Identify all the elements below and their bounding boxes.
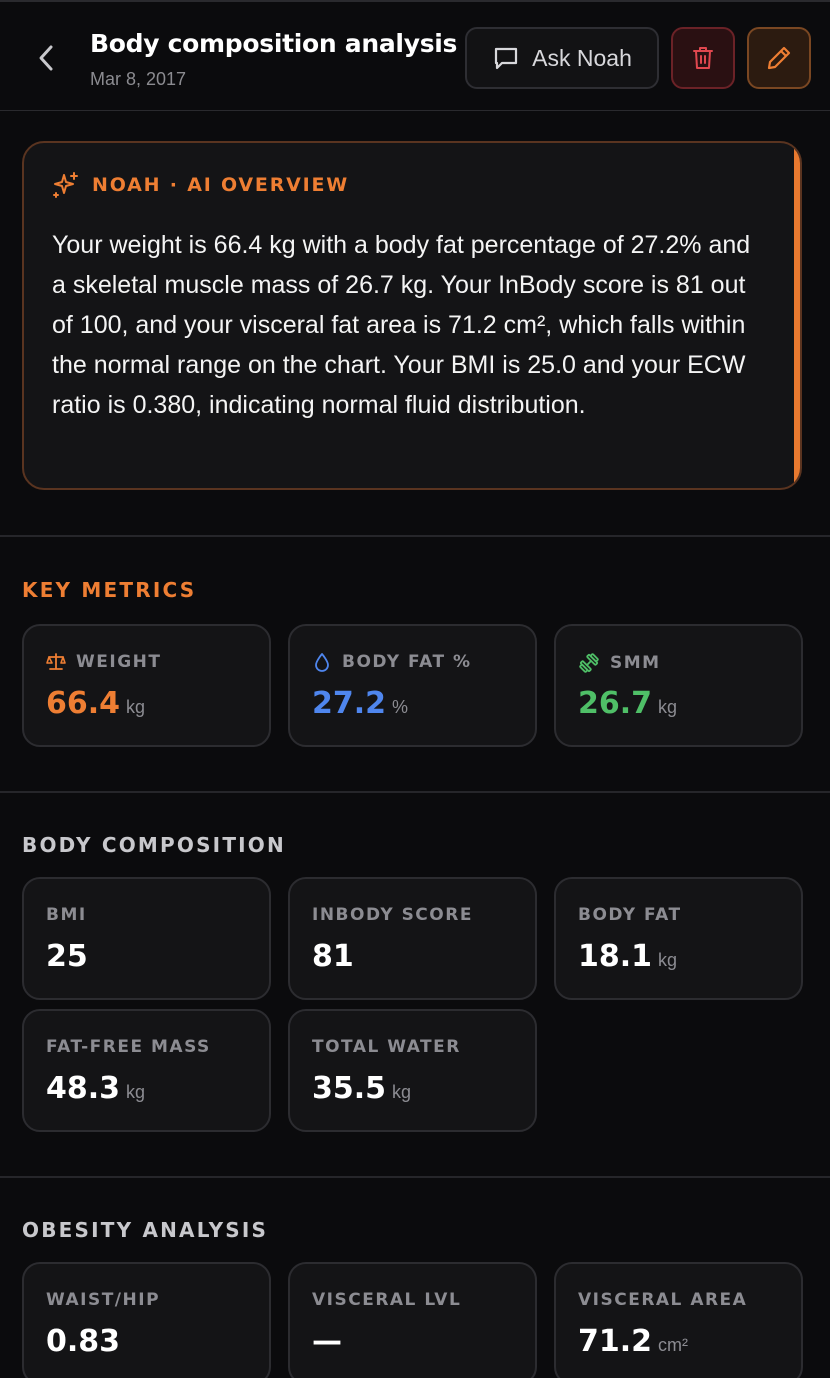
- metric-unit: %: [392, 697, 409, 717]
- stat-value: 81: [312, 939, 354, 974]
- obesity-analysis-title: OBESITY ANALYSIS: [22, 1218, 269, 1242]
- divider: [0, 791, 830, 793]
- stat-card-waist-hip: WAIST/HIP 0.83: [22, 1262, 271, 1378]
- stat-value: 18.1 kg: [578, 939, 677, 974]
- stat-value: 48.3 kg: [46, 1071, 145, 1106]
- metric-label-text: BODY FAT %: [342, 652, 472, 672]
- stat-number: —: [312, 1324, 342, 1359]
- trash-icon: [693, 47, 713, 69]
- page: Body composition analysis Mar 8, 2017 As…: [0, 0, 830, 1378]
- stat-value: 0.83: [46, 1324, 120, 1359]
- stat-label: TOTAL WATER: [312, 1037, 461, 1057]
- sparkles-icon: [53, 172, 78, 198]
- metric-unit: kg: [658, 697, 678, 717]
- key-metrics-title: KEY METRICS: [22, 578, 197, 602]
- stat-label: FAT-FREE MASS: [46, 1037, 211, 1057]
- stat-card-visceral-area: VISCERAL AREA 71.2 cm²: [554, 1262, 803, 1378]
- edit-button[interactable]: [747, 27, 811, 89]
- metric-card-weight: WEIGHT 66.4 kg: [22, 624, 271, 747]
- ask-noah-label: Ask Noah: [532, 44, 632, 71]
- ai-overview-card: NOAH · AI OVERVIEW Your weight is 66.4 k…: [22, 141, 802, 490]
- metric-label: WEIGHT: [46, 652, 161, 672]
- metric-number: 27.2: [312, 686, 387, 721]
- dumbbell-icon: [579, 653, 599, 673]
- stat-card-body-fat: BODY FAT 18.1 kg: [554, 877, 803, 1000]
- chat-bubble-icon: [495, 47, 518, 70]
- stat-number: 0.83: [46, 1324, 121, 1359]
- header-bar: Body composition analysis Mar 8, 2017 As…: [0, 0, 830, 111]
- stat-card-visceral-level: VISCERAL LVL —: [288, 1262, 537, 1378]
- ai-overview-label: NOAH · AI OVERVIEW: [92, 174, 350, 196]
- metric-unit: kg: [126, 697, 146, 717]
- stat-number: 81: [312, 939, 354, 974]
- stat-card-fat-free-mass: FAT-FREE MASS 48.3 kg: [22, 1009, 271, 1132]
- stat-card-inbody-score: INBODY SCORE 81: [288, 877, 537, 1000]
- stat-number: 48.3: [46, 1071, 121, 1106]
- stat-label: INBODY SCORE: [312, 905, 473, 925]
- metric-number: 66.4: [46, 686, 121, 721]
- back-button[interactable]: [28, 38, 64, 78]
- metric-value: 26.7 kg: [578, 686, 677, 721]
- divider: [0, 535, 830, 537]
- droplet-icon: [315, 653, 329, 672]
- ai-overview-header: NOAH · AI OVERVIEW: [52, 171, 349, 199]
- stat-value: 71.2 cm²: [578, 1324, 688, 1359]
- pencil-icon: [767, 46, 791, 70]
- stat-number: 25: [46, 939, 88, 974]
- stat-value: 35.5 kg: [312, 1071, 411, 1106]
- ask-noah-button[interactable]: Ask Noah: [465, 27, 659, 89]
- stat-label: BODY FAT: [578, 905, 682, 925]
- ai-overview-text: Your weight is 66.4 kg with a body fat p…: [52, 231, 751, 419]
- stat-card-total-water: TOTAL WATER 35.5 kg: [288, 1009, 537, 1132]
- stat-label: VISCERAL LVL: [312, 1290, 462, 1310]
- stat-label: BMI: [46, 905, 87, 925]
- stat-label: WAIST/HIP: [46, 1290, 161, 1310]
- stat-unit: kg: [392, 1082, 412, 1102]
- stat-unit: cm²: [658, 1335, 689, 1355]
- scale-icon: [46, 653, 66, 670]
- metric-label-text: SMM: [610, 653, 661, 673]
- divider: [0, 1176, 830, 1178]
- metric-number: 26.7: [578, 686, 653, 721]
- stat-value: 25: [46, 939, 88, 974]
- chevron-left-icon: [39, 45, 53, 71]
- stat-label: VISCERAL AREA: [578, 1290, 748, 1310]
- stat-unit: kg: [658, 950, 678, 970]
- stat-number: 18.1: [578, 939, 653, 974]
- stat-value: —: [312, 1324, 342, 1359]
- stat-number: 71.2: [578, 1324, 653, 1359]
- stat-card-bmi: BMI 25: [22, 877, 271, 1000]
- metric-label: SMM: [578, 652, 661, 674]
- metric-card-body-fat-percent: BODY FAT % 27.2 %: [288, 624, 537, 747]
- metric-value: 66.4 kg: [46, 686, 145, 721]
- stat-unit: kg: [126, 1082, 146, 1102]
- page-title: Body composition analysis: [90, 29, 458, 58]
- stat-number: 35.5: [312, 1071, 387, 1106]
- metric-card-smm: SMM 26.7 kg: [554, 624, 803, 747]
- delete-button[interactable]: [671, 27, 735, 89]
- body-composition-title: BODY COMPOSITION: [22, 833, 286, 857]
- metric-label-text: WEIGHT: [76, 652, 162, 672]
- metric-label: BODY FAT %: [312, 652, 472, 672]
- metric-value: 27.2 %: [312, 686, 408, 721]
- page-date: Mar 8, 2017: [90, 69, 187, 89]
